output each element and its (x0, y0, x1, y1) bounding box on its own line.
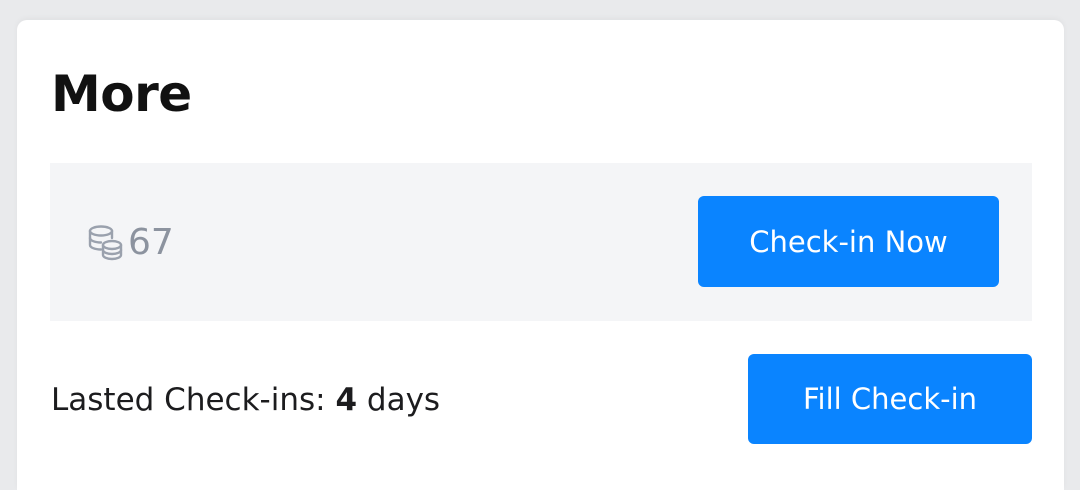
points-balance: 67 (86, 220, 174, 266)
coins-stack-icon (88, 225, 123, 261)
streak-count: 4 (335, 382, 358, 418)
checkin-streak: Lasted Check-ins: 4 days (51, 380, 440, 420)
section-title: More (51, 65, 192, 123)
points-panel: 67 Check-in Now (50, 163, 1032, 321)
streak-label: Lasted Check-ins: (51, 382, 326, 418)
streak-unit: days (366, 382, 441, 418)
more-card: More 67 Check-in Now Lasted Check-ins: 4… (17, 20, 1064, 490)
fill-check-in-button[interactable]: Fill Check-in (748, 354, 1032, 444)
check-in-now-button[interactable]: Check-in Now (698, 196, 999, 287)
points-value: 67 (128, 222, 174, 263)
